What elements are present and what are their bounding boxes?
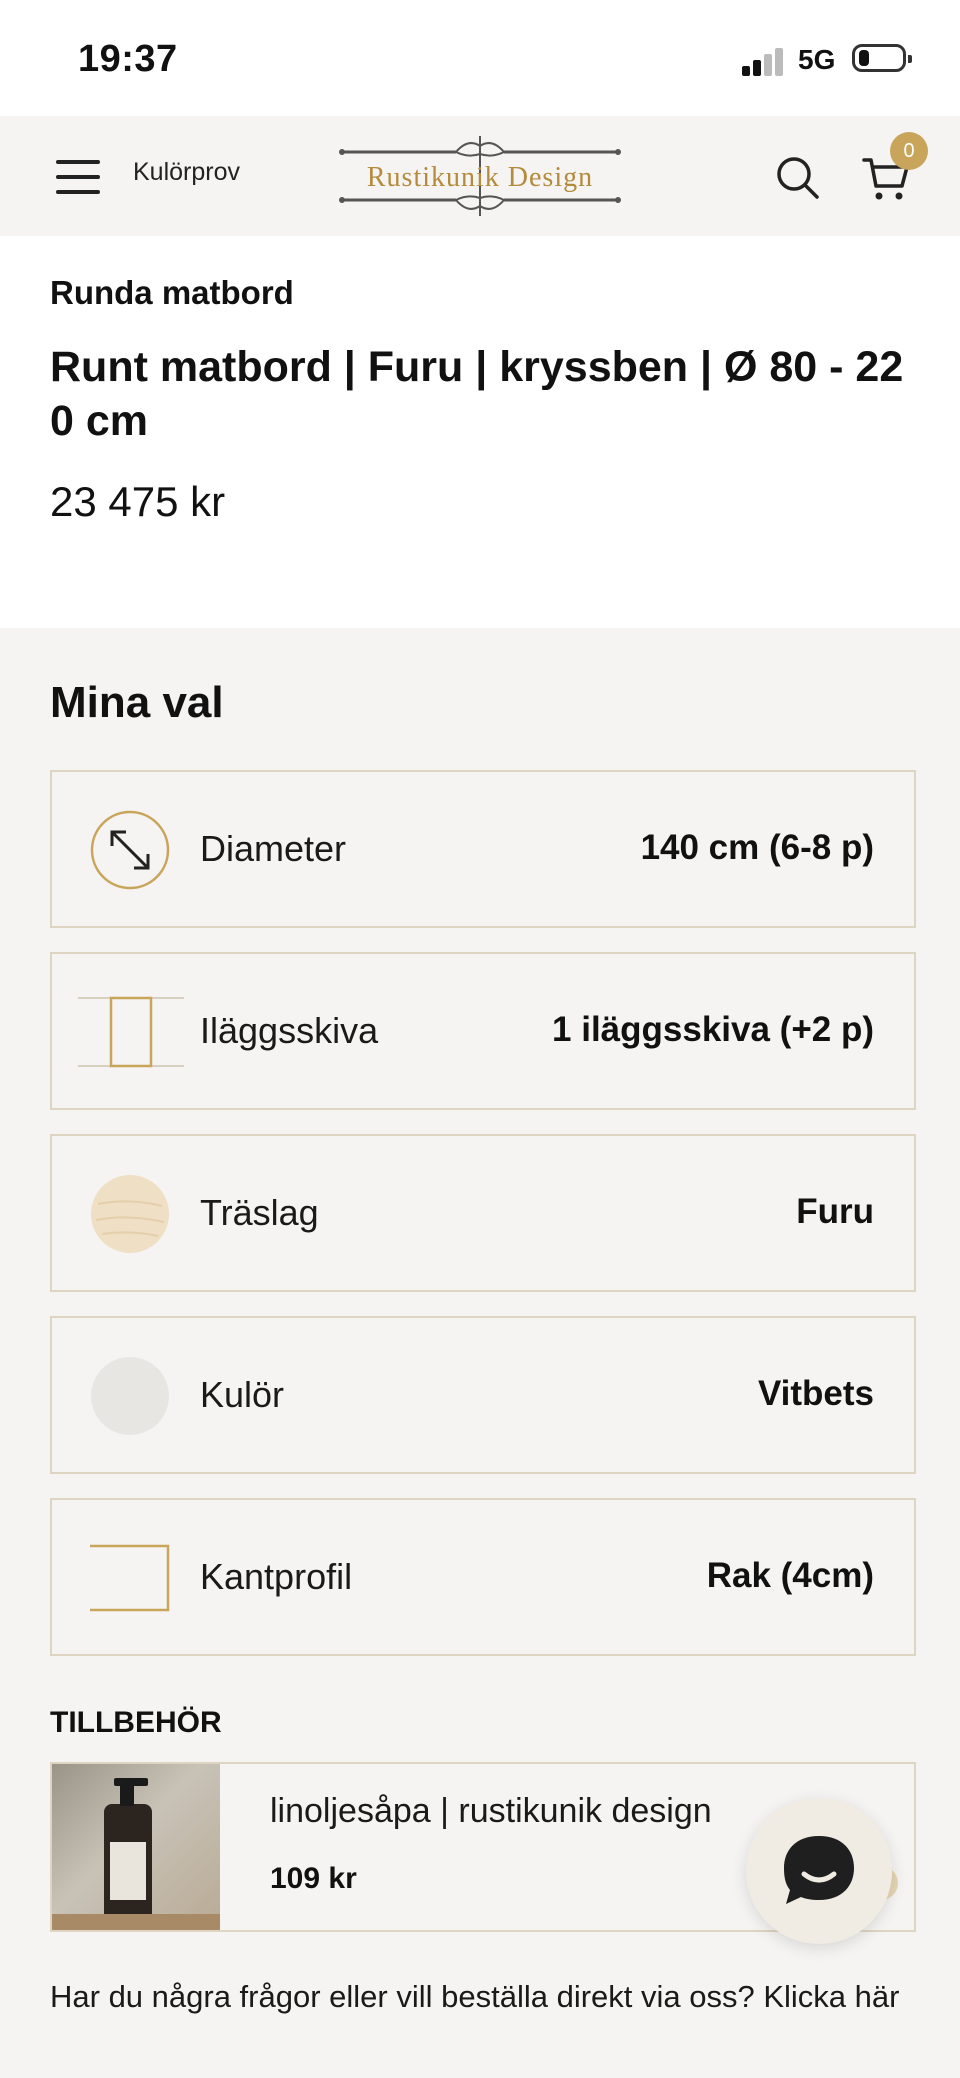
product-image bbox=[52, 1764, 220, 1930]
accessory-price: 109 kr bbox=[270, 1862, 357, 1895]
option-label: Träslag bbox=[200, 1192, 319, 1233]
logo[interactable]: Rustikunik Design bbox=[336, 132, 624, 220]
accessories-title: TILLBEHÖR bbox=[50, 1706, 222, 1739]
battery-icon bbox=[852, 44, 912, 72]
chat-icon bbox=[784, 1836, 854, 1904]
option-value: Vitbets bbox=[757, 1374, 874, 1413]
wood-swatch-icon bbox=[90, 1174, 170, 1254]
option-label: Diameter bbox=[200, 828, 347, 869]
option-label: Kantprofil bbox=[200, 1556, 353, 1597]
option-value: 1 iläggsskiva (+2 p) bbox=[552, 1010, 874, 1049]
option-color[interactable]: Kulör Vitbets bbox=[50, 1316, 916, 1474]
option-label: Iläggsskiva bbox=[200, 1010, 379, 1051]
status-time: 19:37 bbox=[78, 38, 178, 80]
option-diameter[interactable]: Diameter 140 cm (6-8 p) bbox=[50, 770, 916, 928]
choices-title: Mina val bbox=[50, 678, 224, 727]
logo-text: Rustikunik Design bbox=[366, 162, 594, 193]
product-category[interactable]: Runda matbord bbox=[50, 274, 294, 312]
color-swatch-icon bbox=[90, 1356, 170, 1436]
option-value: Furu bbox=[796, 1192, 874, 1231]
product-price: 23 475 kr bbox=[50, 478, 226, 525]
signal-icon bbox=[742, 46, 788, 76]
accessory-name[interactable]: linoljesåpa | rustikunik design bbox=[270, 1792, 712, 1831]
contact-help-link[interactable]: Har du några frågor eller vill beställa … bbox=[50, 1972, 920, 2022]
option-label: Kulör bbox=[200, 1374, 285, 1415]
status-bar: 19:37 5G bbox=[0, 0, 960, 116]
product-title: Runt matbord | Furu | kryssben | Ø 80 - … bbox=[50, 343, 904, 445]
network-label: 5G bbox=[798, 44, 836, 75]
color-samples-link[interactable]: Kulörprov bbox=[133, 158, 240, 187]
option-extension-leaf[interactable]: Iläggsskiva 1 iläggsskiva (+2 p) bbox=[50, 952, 916, 1110]
option-edge-profile[interactable]: Kantprofil Rak (4cm) bbox=[50, 1498, 916, 1656]
menu-icon[interactable] bbox=[56, 160, 100, 194]
option-value: 140 cm (6-8 p) bbox=[640, 828, 874, 867]
cart-count-badge[interactable]: 0 bbox=[890, 132, 928, 170]
product-header: Runda matbord Runt matbord | Furu | krys… bbox=[0, 236, 960, 628]
site-header: Kulörprov Rustikunik Design bbox=[0, 116, 960, 236]
edge-profile-icon bbox=[90, 1538, 170, 1618]
extension-leaf-icon bbox=[78, 992, 184, 1072]
resize-arrow-icon bbox=[90, 810, 170, 890]
option-wood-type[interactable]: Träslag Furu bbox=[50, 1134, 916, 1292]
option-value: Rak (4cm) bbox=[706, 1556, 874, 1595]
chat-button[interactable] bbox=[746, 1798, 892, 1944]
search-icon[interactable] bbox=[776, 156, 820, 200]
